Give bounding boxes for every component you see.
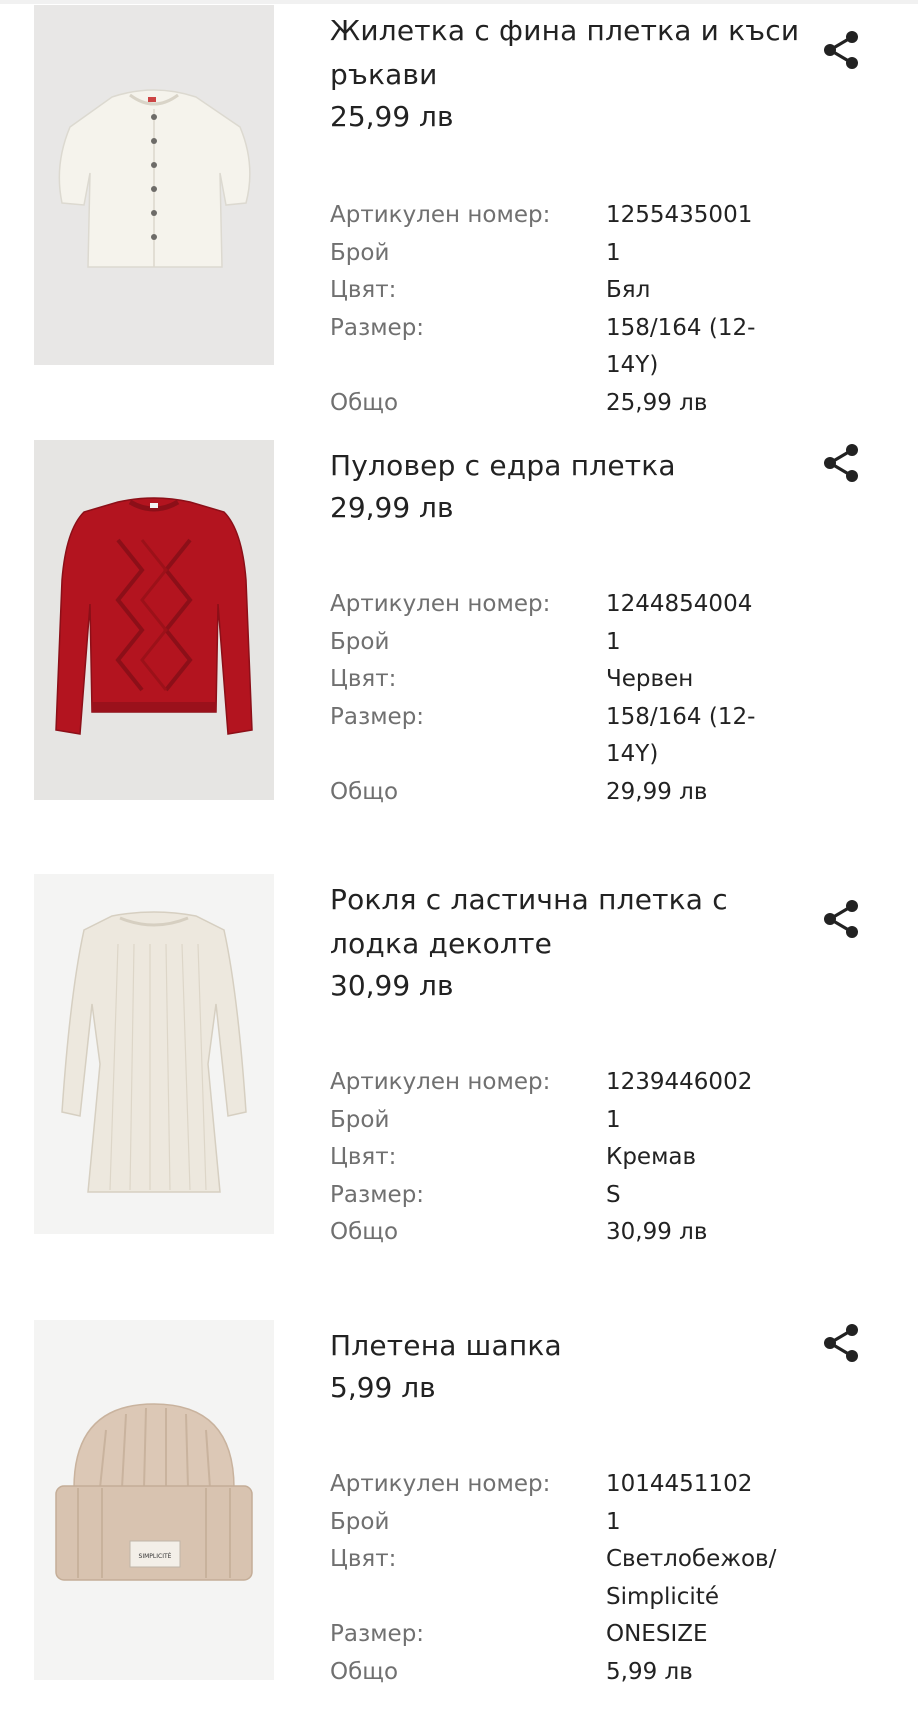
article-number-value: 1255435001 <box>606 202 753 228</box>
total-label: Общо <box>330 1658 399 1685</box>
share-icon <box>824 444 858 482</box>
size-label: Размер: <box>330 1621 425 1648</box>
quantity-label: Брой <box>330 239 390 266</box>
article-number-value: 1239446002 <box>606 1069 753 1095</box>
share-icon <box>824 900 858 938</box>
share-button[interactable] <box>822 29 860 71</box>
color-label: Цвят: <box>330 277 397 304</box>
share-button[interactable] <box>822 442 860 484</box>
share-button[interactable] <box>822 1322 860 1364</box>
product-details: Артикулен номер: 1244854004 Брой 1 Цвят: Че… <box>330 586 890 812</box>
article-number-label: Артикулен номер: <box>330 202 551 228</box>
size-value: 158/164 (12-14Y) <box>606 314 756 379</box>
color-value: Червен <box>606 666 694 693</box>
color-value: Кремав <box>606 1144 697 1171</box>
top-divider <box>0 0 918 4</box>
product-price: 30,99 лв <box>330 969 454 1002</box>
share-button[interactable] <box>822 898 860 940</box>
quantity-value: 1 <box>606 1106 621 1133</box>
cream-cardigan-image <box>34 5 274 365</box>
color-value: Светлобежов/ Simplicité <box>606 1546 777 1610</box>
share-icon <box>824 1324 858 1362</box>
product-details: Артикулен номер: 1239446002 Брой 1 Цвят: Кр… <box>330 1064 890 1252</box>
total-value: 30,99 лв <box>606 1219 708 1246</box>
color-value: Бял <box>606 277 651 304</box>
product-price: 29,99 лв <box>330 491 454 524</box>
quantity-label: Брой <box>330 628 390 655</box>
share-icon <box>824 31 858 69</box>
quantity-label: Брой <box>330 1508 390 1535</box>
article-number-label: Артикулен номер: <box>330 1069 551 1095</box>
quantity-value: 1 <box>606 628 621 655</box>
article-number-label: Артикулен номер: <box>330 591 551 617</box>
product-image-beanie[interactable]: SIMPLICITÉ <box>34 1320 274 1680</box>
product-details: Артикулен номер: 1255435001 Брой 1 Цвят: Бя… <box>330 197 890 423</box>
product-price: 25,99 лв <box>330 100 454 133</box>
product-name[interactable]: Рокля с ластична плетка с лодка деколте <box>330 878 820 966</box>
color-label: Цвят: <box>330 1144 397 1171</box>
total-label: Общо <box>330 1219 399 1246</box>
quantity-value: 1 <box>606 1508 621 1535</box>
article-number-label: Артикулен номер: <box>330 1471 551 1497</box>
size-label: Размер: <box>330 314 425 341</box>
product-price: 5,99 лв <box>330 1371 436 1404</box>
size-label: Размер: <box>330 1181 425 1208</box>
red-sweater-image <box>34 440 274 800</box>
total-value: 29,99 лв <box>606 778 708 805</box>
product-details: Артикулен номер: 1014451102 Брой 1 Цвят: Св… <box>330 1466 890 1692</box>
knit-dress-image <box>34 874 274 1234</box>
article-number-value: 1014451102 <box>606 1471 753 1497</box>
total-value: 25,99 лв <box>606 389 708 416</box>
product-name[interactable]: Пуловер с едра плетка <box>330 444 820 488</box>
quantity-label: Брой <box>330 1106 390 1133</box>
color-label: Цвят: <box>330 666 397 693</box>
total-value: 5,99 лв <box>606 1658 693 1685</box>
size-value: ONESIZE <box>606 1621 708 1648</box>
quantity-value: 1 <box>606 239 621 266</box>
size-value: S <box>606 1181 621 1208</box>
product-image-cardigan[interactable] <box>34 5 274 365</box>
svg-text:SIMPLICITÉ: SIMPLICITÉ <box>139 1552 172 1560</box>
product-name[interactable]: Жилетка с фина плетка и къси ръкави <box>330 9 820 97</box>
product-image-dress[interactable] <box>34 874 274 1234</box>
product-name[interactable]: Плетена шапка <box>330 1324 820 1368</box>
size-label: Размер: <box>330 703 425 730</box>
total-label: Общо <box>330 778 399 805</box>
color-label: Цвят: <box>330 1546 397 1573</box>
size-value: 158/164 (12-14Y) <box>606 703 756 768</box>
product-image-sweater[interactable] <box>34 440 274 800</box>
total-label: Общо <box>330 389 399 416</box>
article-number-value: 1244854004 <box>606 591 753 617</box>
beanie-image: SIMPLICITÉ <box>34 1320 274 1680</box>
